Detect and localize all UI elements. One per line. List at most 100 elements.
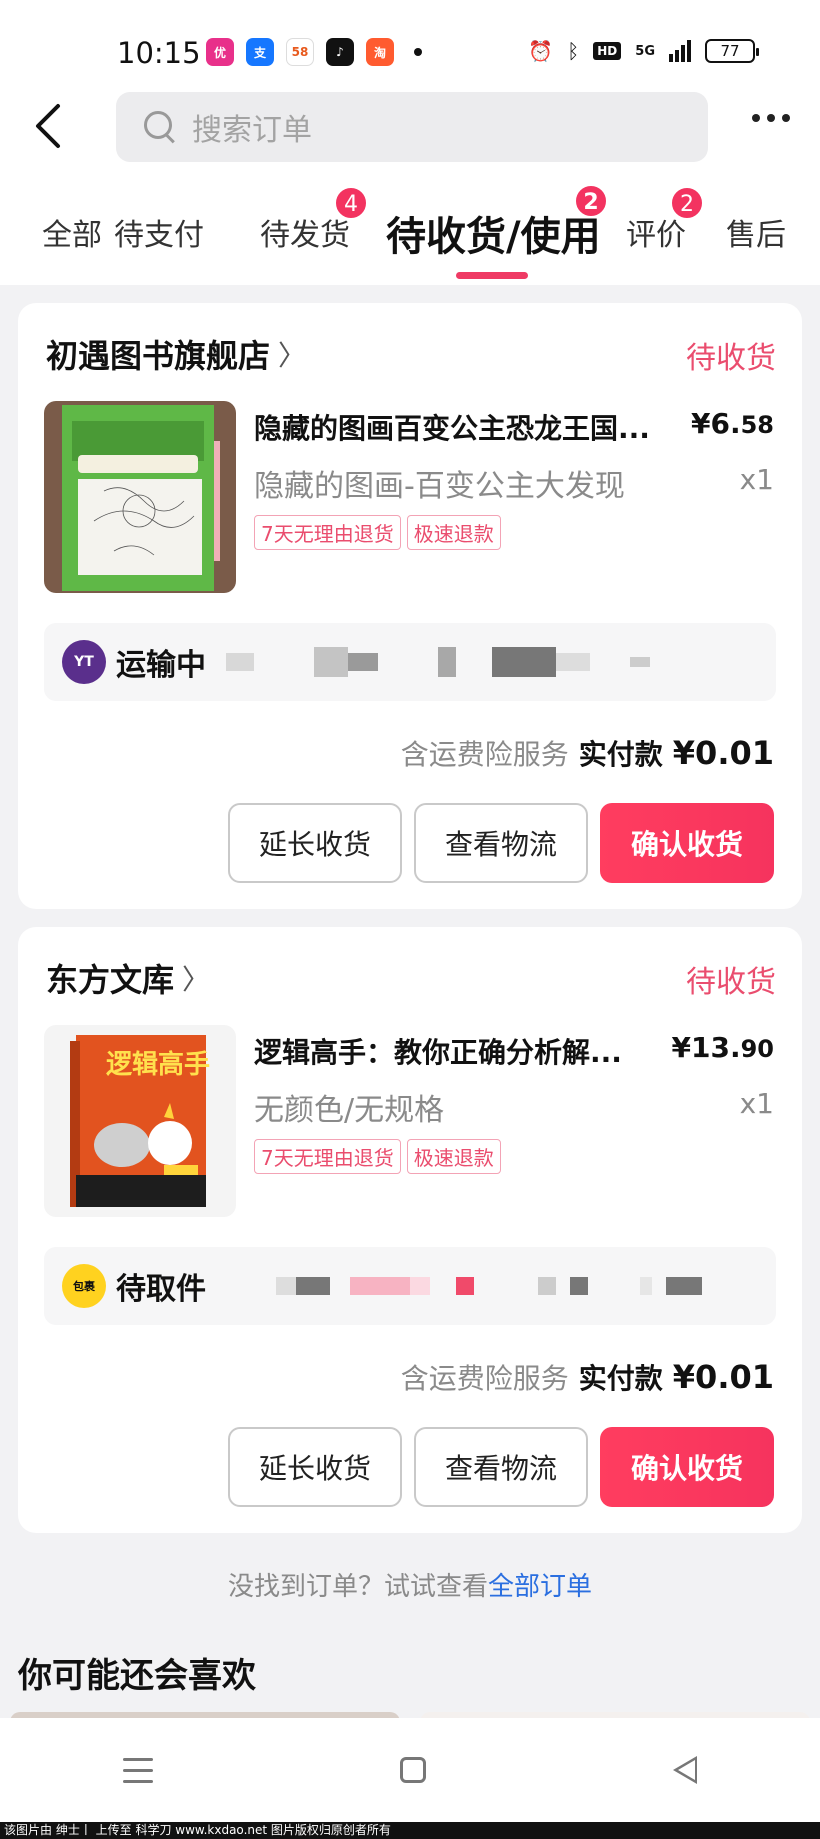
product-qty: x1 bbox=[739, 463, 774, 496]
search-icon bbox=[142, 109, 178, 145]
tab-pending-payment[interactable]: 待支付 bbox=[114, 210, 204, 254]
tab-review[interactable]: 评价 2 bbox=[626, 186, 704, 254]
alipay-app-icon: 支 bbox=[246, 38, 274, 66]
logistics-status: 待取件 bbox=[116, 1272, 206, 1307]
paid-label: 实付款 bbox=[578, 738, 663, 771]
tab-badge: 4 bbox=[334, 186, 368, 220]
return-policy-tag: 7天无理由退货 bbox=[254, 515, 401, 550]
order-card: 东方文库 〉 待收货 逻辑高手 逻辑高手：教你正确分析解... ¥13.90 无… bbox=[18, 927, 802, 1533]
price-cents: 90 bbox=[740, 1035, 774, 1063]
pinduoduo-app-icon: 优 bbox=[206, 38, 234, 66]
logistics-bar[interactable]: 包裹 待取件 bbox=[44, 1247, 776, 1325]
service-tags: 7天无理由退货 极速退款 bbox=[254, 515, 501, 550]
redacted-tracking-info bbox=[226, 1277, 702, 1295]
bluetooth-icon: ᛒ bbox=[567, 39, 580, 63]
pickup-station-logo-icon: 包裹 bbox=[62, 1264, 106, 1308]
product-qty: x1 bbox=[739, 1087, 774, 1120]
home-button[interactable] bbox=[399, 1757, 426, 1783]
back-button[interactable] bbox=[32, 102, 72, 154]
signal-icon bbox=[669, 40, 691, 62]
insurance-note: 含运费险服务 bbox=[400, 738, 569, 771]
store-name-link[interactable]: 初遇图书旗舰店 〉 bbox=[46, 331, 306, 377]
fast-refund-tag: 极速退款 bbox=[406, 1139, 501, 1174]
58-app-icon: 58 bbox=[286, 38, 314, 66]
recent-apps-button[interactable] bbox=[123, 1757, 154, 1783]
tab-badge: 2 bbox=[574, 184, 608, 218]
tab-label: 全部 bbox=[42, 218, 102, 253]
view-logistics-button[interactable]: 查看物流 bbox=[414, 1427, 588, 1507]
paid-label: 实付款 bbox=[578, 1362, 663, 1395]
view-logistics-button[interactable]: 查看物流 bbox=[414, 803, 588, 883]
store-name: 初遇图书旗舰店 bbox=[46, 337, 271, 375]
price-main: ¥6. bbox=[690, 407, 741, 440]
product-title[interactable]: 逻辑高手：教你正确分析解... bbox=[254, 1031, 674, 1071]
system-icons: ⏰ ᛒ HD 5G 77 bbox=[528, 38, 759, 64]
tab-badge: 2 bbox=[670, 186, 704, 220]
tab-label: 售后 bbox=[726, 218, 786, 253]
system-back-button[interactable] bbox=[672, 1756, 697, 1784]
system-nav-bar bbox=[0, 1718, 820, 1822]
product-price: ¥6.58 bbox=[691, 407, 774, 440]
product-spec: 隐藏的图画-百变公主大发现 bbox=[254, 469, 625, 504]
insurance-note: 含运费险服务 bbox=[400, 1362, 569, 1395]
order-actions: 延长收货 查看物流 确认收货 bbox=[228, 1427, 774, 1507]
book-cover-image bbox=[62, 405, 220, 591]
tab-pending-receipt[interactable]: 待收货/使用 2 bbox=[386, 184, 608, 262]
product-spec: 无颜色/无规格 bbox=[254, 1093, 445, 1128]
confirm-receipt-button[interactable]: 确认收货 bbox=[600, 1427, 774, 1507]
order-card: 初遇图书旗舰店 〉 待收货 隐藏的图画百变公主恐龙王国... ¥6.58 隐藏的… bbox=[18, 303, 802, 909]
tab-pending-shipment[interactable]: 待发货 4 bbox=[260, 186, 368, 254]
chevron-right-icon: 〉 bbox=[278, 339, 307, 372]
extend-receipt-button[interactable]: 延长收货 bbox=[228, 1427, 402, 1507]
service-tags: 7天无理由退货 极速退款 bbox=[254, 1139, 501, 1174]
dot-icon bbox=[767, 114, 775, 122]
search-row: 搜索订单 bbox=[0, 92, 820, 164]
order-actions: 延长收货 查看物流 确认收货 bbox=[228, 803, 774, 883]
price-cents: 58 bbox=[740, 411, 774, 439]
more-notifications-dot bbox=[414, 48, 422, 56]
chevron-right-icon: 〉 bbox=[182, 963, 211, 996]
tab-after-sales[interactable]: 售后 bbox=[726, 210, 786, 254]
confirm-receipt-button[interactable]: 确认收货 bbox=[600, 803, 774, 883]
top-header: 10:15 优 支 58 ♪ 淘 ⏰ ᛒ HD 5G 77 搜索订单 全部 待支… bbox=[0, 0, 820, 285]
status-bar: 10:15 优 支 58 ♪ 淘 ⏰ ᛒ HD 5G 77 bbox=[0, 0, 820, 105]
more-options-button[interactable] bbox=[752, 114, 790, 122]
fast-refund-tag: 极速退款 bbox=[406, 515, 501, 550]
recommend-title: 你可能还会喜欢 bbox=[18, 1656, 256, 1696]
yto-logo-icon: YT bbox=[62, 640, 106, 684]
paid-amount: ¥0.01 bbox=[672, 734, 774, 772]
store-name: 东方文库 bbox=[46, 961, 175, 999]
product-price: ¥13.90 bbox=[672, 1031, 775, 1064]
notification-app-icons: 优 支 58 ♪ 淘 bbox=[206, 38, 422, 66]
not-found-hint: 没找到订单？试试查看全部订单 bbox=[0, 1566, 820, 1603]
order-tabs: 全部 待支付 待发货 4 待收货/使用 2 评价 2 售后 bbox=[0, 184, 820, 285]
active-tab-indicator bbox=[456, 272, 528, 279]
product-image[interactable]: 逻辑高手 bbox=[44, 1025, 236, 1217]
status-time: 10:15 bbox=[117, 36, 201, 70]
book-cover-image: 逻辑高手 bbox=[70, 1035, 210, 1207]
logistics-bar[interactable]: YT 运输中 bbox=[44, 623, 776, 701]
price-main: ¥13. bbox=[671, 1031, 741, 1064]
paid-amount: ¥0.01 bbox=[672, 1358, 774, 1396]
network-label: 5G bbox=[635, 43, 655, 59]
douyin-app-icon: ♪ bbox=[326, 38, 354, 66]
hd-icon: HD bbox=[593, 42, 622, 60]
not-found-text: 没找到订单？试试查看 bbox=[227, 1572, 488, 1602]
return-policy-tag: 7天无理由退货 bbox=[254, 1139, 401, 1174]
product-title[interactable]: 隐藏的图画百变公主恐龙王国... bbox=[254, 407, 674, 447]
all-orders-link[interactable]: 全部订单 bbox=[488, 1572, 592, 1602]
logistics-status: 运输中 bbox=[116, 648, 206, 683]
svg-text:逻辑高手: 逻辑高手 bbox=[106, 1049, 210, 1080]
search-input[interactable]: 搜索订单 bbox=[116, 92, 708, 162]
taobao-special-app-icon: 淘 bbox=[366, 38, 394, 66]
tab-label: 评价 bbox=[626, 218, 686, 253]
tab-label: 待支付 bbox=[114, 218, 204, 253]
order-status: 待收货 bbox=[686, 341, 776, 376]
store-name-link[interactable]: 东方文库 〉 bbox=[46, 955, 210, 1001]
dot-icon bbox=[782, 114, 790, 122]
tab-all[interactable]: 全部 bbox=[42, 210, 102, 254]
product-image[interactable] bbox=[44, 401, 236, 593]
extend-receipt-button[interactable]: 延长收货 bbox=[228, 803, 402, 883]
alarm-icon: ⏰ bbox=[528, 39, 554, 63]
redacted-tracking-info bbox=[226, 647, 650, 677]
